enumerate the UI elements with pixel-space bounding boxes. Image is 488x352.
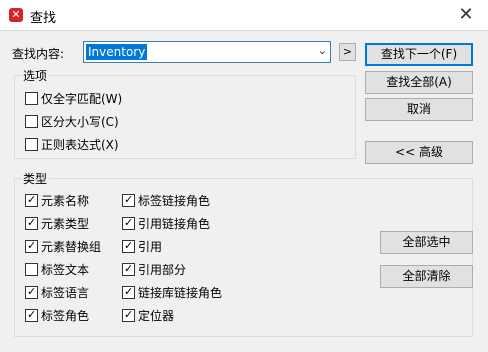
checkbox-label: 标签语言 xyxy=(41,286,90,300)
checkbox-label: 标签角色 xyxy=(41,309,90,323)
checkbox-label: 元素替换组 xyxy=(41,240,102,254)
title-bar: ✕ 查找 ✕ xyxy=(0,0,488,31)
check-icon: ✓ xyxy=(27,308,37,321)
app-icon: ✕ xyxy=(9,8,23,22)
check-icon: ✓ xyxy=(124,193,134,206)
checkbox-box[interactable]: ✓ xyxy=(25,308,38,322)
checkbox-label: 正则表达式(X) xyxy=(41,138,119,152)
checkbox-label: 仅全字匹配(W) xyxy=(41,92,123,106)
check-icon: ✓ xyxy=(27,239,37,252)
find-all-button[interactable]: 查找全部(A) xyxy=(365,71,473,94)
check-icon: ✓ xyxy=(27,285,37,298)
checkbox-label: 引用 xyxy=(138,240,163,254)
types-group-title: 类型 xyxy=(21,170,50,187)
checkbox-box[interactable]: ✓ xyxy=(25,285,38,299)
check-icon: ✓ xyxy=(124,262,134,275)
expand-button[interactable]: > xyxy=(339,43,356,61)
window-title: 查找 xyxy=(30,11,57,26)
checkbox-box[interactable]: ✓ xyxy=(25,239,38,253)
checkbox-label: 标签文本 xyxy=(41,263,90,277)
checkbox-box[interactable] xyxy=(25,115,38,128)
check-icon: ✓ xyxy=(124,308,134,321)
checkbox-label: 定位器 xyxy=(138,309,175,323)
checkbox-box[interactable] xyxy=(25,138,38,151)
checkbox-box[interactable] xyxy=(25,263,38,276)
checkbox-box[interactable]: ✓ xyxy=(122,239,135,253)
checkbox-label: 引用部分 xyxy=(138,263,187,277)
check-icon: ✓ xyxy=(124,216,134,229)
checkbox-box[interactable]: ✓ xyxy=(122,285,135,299)
search-combobox[interactable]: Inventory ⌄ xyxy=(83,41,331,63)
check-icon: ✓ xyxy=(124,285,134,298)
checkbox-box[interactable]: ✓ xyxy=(122,193,135,207)
checkbox-box[interactable]: ✓ xyxy=(25,193,38,207)
checkbox-box[interactable]: ✓ xyxy=(122,216,135,230)
close-icon[interactable]: ✕ xyxy=(444,0,488,30)
search-label: 查找内容: xyxy=(12,47,65,61)
advanced-button[interactable]: << 高级 xyxy=(365,141,473,164)
checkbox-box[interactable]: ✓ xyxy=(122,262,135,276)
clear-all-button[interactable]: 全部清除 xyxy=(380,265,473,288)
checkbox-label: 区分大小写(C) xyxy=(41,115,119,129)
find-next-button[interactable]: 查找下一个(F) xyxy=(365,43,473,66)
checkbox-label: 元素名称 xyxy=(41,194,90,208)
search-input[interactable]: Inventory xyxy=(86,44,148,60)
chevron-down-icon[interactable]: ⌄ xyxy=(318,44,327,57)
check-icon: ✓ xyxy=(27,193,37,206)
checkbox-box[interactable]: ✓ xyxy=(122,308,135,322)
checkbox-label: 引用链接角色 xyxy=(138,217,211,231)
checkbox-label: 元素类型 xyxy=(41,217,90,231)
checkbox-label: 标签链接角色 xyxy=(138,194,211,208)
check-icon: ✓ xyxy=(124,239,134,252)
checkbox-box[interactable] xyxy=(25,92,38,105)
options-group-title: 选项 xyxy=(21,67,50,84)
checkbox-box[interactable]: ✓ xyxy=(25,216,38,230)
checkbox-label: 链接库链接角色 xyxy=(138,286,223,300)
check-icon: ✓ xyxy=(27,216,37,229)
cancel-button[interactable]: 取消 xyxy=(365,98,473,121)
select-all-button[interactable]: 全部选中 xyxy=(380,231,473,254)
